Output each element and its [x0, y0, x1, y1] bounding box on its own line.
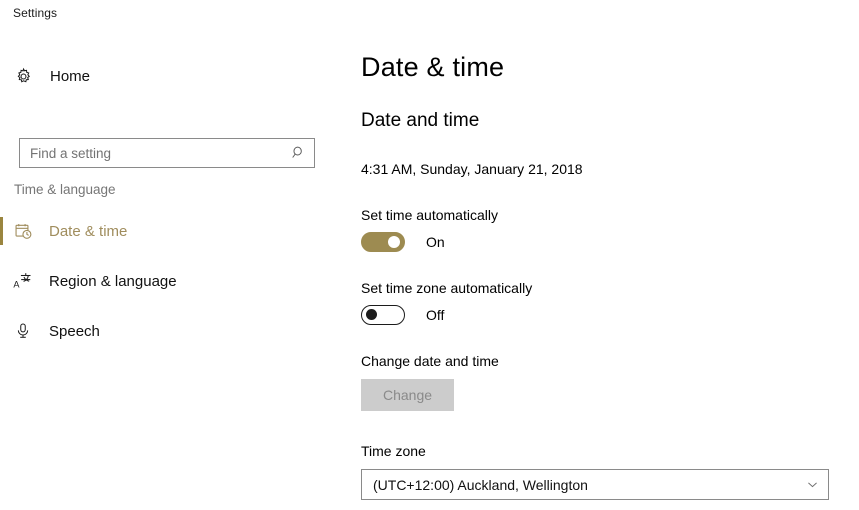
sidebar-item-speech[interactable]: Speech	[0, 311, 332, 351]
search-box[interactable]	[19, 138, 315, 168]
current-datetime-readout: 4:31 AM, Sunday, January 21, 2018	[361, 161, 583, 177]
toggle-knob	[388, 236, 400, 248]
time-zone-label: Time zone	[361, 443, 426, 459]
set-timezone-automatically-row: Off	[361, 305, 444, 325]
set-time-automatically-row: On	[361, 232, 445, 252]
sidebar-item-home[interactable]: Home	[0, 59, 332, 93]
toggle-knob	[366, 309, 377, 320]
search-input[interactable]	[20, 140, 286, 166]
sidebar-group-header: Time & language	[14, 182, 116, 197]
chevron-down-icon[interactable]	[798, 471, 826, 499]
microphone-icon	[11, 319, 35, 343]
gear-icon	[12, 65, 34, 87]
set-time-automatically-label: Set time automatically	[361, 207, 498, 223]
calendar-clock-icon	[11, 219, 35, 243]
set-timezone-automatically-toggle[interactable]	[361, 305, 405, 325]
set-timezone-automatically-state: Off	[426, 307, 445, 323]
change-date-time-button[interactable]: Change	[361, 379, 454, 411]
selection-accent-bar	[0, 217, 3, 245]
window-title: Settings	[13, 6, 58, 20]
page-title: Date & time	[361, 52, 505, 82]
sidebar-item-date-time-label: Date & time	[49, 222, 128, 240]
set-timezone-automatically-label: Set time zone automatically	[361, 280, 533, 296]
sidebar-item-date-time[interactable]: Date & time	[0, 211, 332, 251]
sidebar-item-region-language[interactable]: A Region & language	[0, 261, 332, 301]
change-date-and-time-label: Change date and time	[361, 353, 499, 369]
language-translate-icon: A	[11, 269, 35, 293]
selection-accent-bar	[0, 267, 3, 295]
sidebar: Home Time & language Date & time	[0, 30, 340, 510]
set-time-automatically-state: On	[426, 234, 445, 250]
search-icon[interactable]	[286, 140, 312, 166]
sidebar-item-home-label: Home	[50, 67, 91, 85]
sidebar-item-region-language-label: Region & language	[49, 272, 177, 290]
main-content: Date & time Date and time 4:31 AM, Sunda…	[340, 30, 859, 510]
window-titlebar: Settings	[0, 0, 859, 30]
set-time-automatically-toggle[interactable]	[361, 232, 405, 252]
time-zone-dropdown[interactable]: (UTC+12:00) Auckland, Wellington	[361, 469, 829, 500]
time-zone-dropdown-value: (UTC+12:00) Auckland, Wellington	[373, 476, 588, 493]
svg-text:A: A	[13, 280, 20, 290]
selection-accent-bar	[0, 317, 3, 345]
section-title-date-and-time: Date and time	[361, 110, 480, 131]
sidebar-item-speech-label: Speech	[49, 322, 100, 340]
